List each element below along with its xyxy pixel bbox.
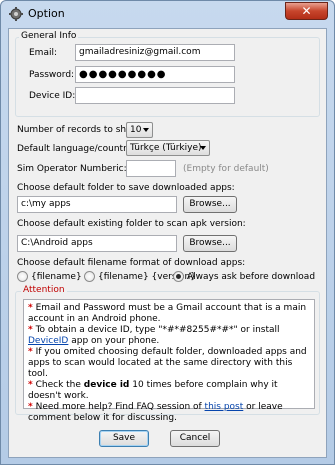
save-button[interactable]: Save — [99, 430, 149, 447]
deviceid-link[interactable]: DeviceID — [28, 336, 68, 346]
app-gear-icon — [9, 7, 23, 21]
scan-browse-button[interactable]: Browse... — [183, 235, 237, 252]
sim-field[interactable] — [126, 160, 176, 177]
bullet-icon: * — [28, 402, 33, 412]
records-select[interactable]: 10 — [126, 122, 153, 138]
bullet-icon: * — [28, 380, 33, 390]
email-label: Email: — [29, 48, 58, 58]
note-help: * Need more help? Find FAQ session of th… — [28, 402, 283, 423]
records-label: Number of records to show: — [17, 125, 142, 135]
radio-filename[interactable] — [17, 271, 28, 282]
radio-always-ask-label: Always ask before download — [187, 272, 316, 282]
download-browse-button[interactable]: Browse... — [183, 196, 237, 213]
cancel-button[interactable]: Cancel — [170, 430, 220, 447]
close-button[interactable]: ✕ — [285, 2, 328, 20]
attention-notes: * Email and Password must be a Gmail acc… — [23, 299, 315, 423]
scan-folder-field[interactable]: C:\Android apps — [17, 235, 177, 252]
language-label: Default language/country: — [17, 144, 135, 154]
title-bar[interactable]: Option ✕ — [1, 1, 334, 27]
radio-filename-label: {filename} — [31, 272, 82, 282]
note-device-id: * To obtain a device ID, type "*#*#8255#… — [28, 325, 280, 346]
radio-always-ask[interactable] — [173, 271, 184, 282]
download-folder-field[interactable]: c:\my apps — [17, 196, 177, 213]
email-field[interactable]: gmailadresiniz@gmail.com — [75, 44, 235, 61]
bullet-icon: * — [28, 303, 33, 313]
filename-format-label: Choose default filename format of downlo… — [17, 258, 246, 268]
chevron-down-icon — [200, 146, 206, 150]
attention-legend: Attention — [21, 285, 67, 295]
sim-hint: (Empty for default) — [183, 164, 269, 174]
close-icon: ✕ — [301, 4, 312, 18]
note-gmail: * Email and Password must be a Gmail acc… — [28, 303, 307, 324]
note-check-device-id: * Check the device id 10 times before co… — [28, 380, 278, 401]
device-id-label: Device ID: — [29, 91, 76, 101]
device-id-field[interactable] — [75, 87, 235, 104]
option-window: Option ✕ General Info Email: gmailadresi… — [0, 0, 335, 465]
password-label: Password: — [29, 70, 75, 80]
dialog-body: General Info Email: gmailadresiniz@gmail… — [8, 28, 327, 458]
sim-label: Sim Operator Numberic: — [17, 164, 127, 174]
language-value: Türkçe (Türkiye) — [130, 143, 202, 153]
this-post-link[interactable]: this post — [205, 402, 244, 412]
records-value: 10 — [130, 125, 142, 135]
bullet-icon: * — [28, 325, 33, 335]
radio-filename-version[interactable] — [84, 271, 95, 282]
download-folder-label: Choose default folder to save downloaded… — [17, 183, 235, 193]
language-select[interactable]: Türkçe (Türkiye) — [126, 140, 210, 156]
scan-folder-label: Choose default existing folder to scan a… — [17, 219, 246, 229]
password-field[interactable]: ●●●●●●●●● — [75, 66, 235, 83]
chevron-down-icon — [143, 128, 149, 132]
window-title: Option — [28, 7, 65, 20]
general-info-legend: General Info — [19, 31, 79, 41]
note-default-folder: * If you omited choosing default folder,… — [28, 347, 307, 379]
bullet-icon: * — [28, 347, 33, 357]
